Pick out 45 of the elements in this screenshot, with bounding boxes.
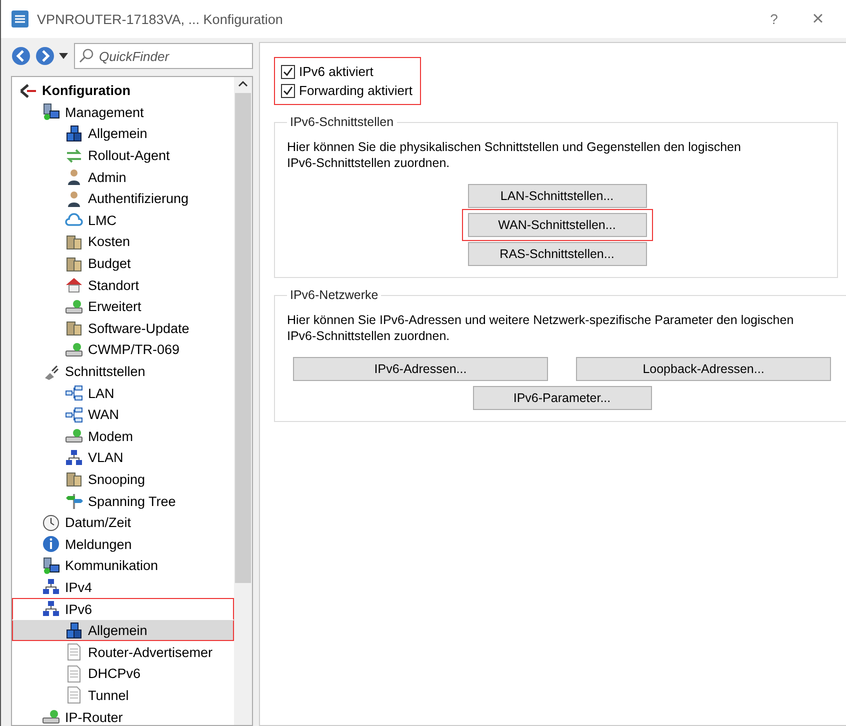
checkbox[interactable]: IPv6 aktiviert bbox=[281, 64, 412, 79]
tree-item[interactable]: Meldungen bbox=[12, 533, 234, 556]
tree-item[interactable]: Erweitert bbox=[12, 296, 234, 318]
tree-item[interactable]: Konfiguration bbox=[12, 80, 234, 102]
tree-item[interactable]: Spanning Tree bbox=[12, 490, 234, 512]
help-button[interactable]: ? bbox=[756, 4, 792, 34]
tree-item[interactable]: Allgemein bbox=[12, 123, 234, 145]
tree-item[interactable]: Datum/Zeit bbox=[12, 512, 234, 534]
tree-item[interactable]: Admin bbox=[12, 166, 234, 188]
dialog-button[interactable]: LAN-Schnittstellen... bbox=[468, 184, 646, 208]
dialog-button[interactable]: IPv6-Parameter... bbox=[472, 386, 652, 410]
tree-item[interactable]: Tunnel bbox=[12, 684, 234, 706]
tree-item[interactable]: LAN bbox=[12, 382, 234, 404]
dialog-button[interactable]: Loopback-Adressen... bbox=[576, 357, 831, 381]
tree-item[interactable]: Budget bbox=[12, 252, 234, 274]
tree-item[interactable]: WAN bbox=[12, 404, 234, 426]
group-description: Hier können Sie IPv6-Adressen und weitere Netzwerk-spezifische Parameter den logischen IPv6-Schnittstellen zuordnen. bbox=[287, 312, 795, 344]
tree-item[interactable]: Rollout-Agent bbox=[12, 144, 234, 166]
tree-item[interactable]: VLAN bbox=[12, 447, 234, 469]
tree-item[interactable]: Allgemein bbox=[12, 620, 234, 642]
tree-item[interactable]: IPv4 bbox=[12, 576, 234, 598]
tree-item[interactable]: Standort bbox=[12, 274, 234, 296]
group-description: Hier können Sie die physikalischen Schnittstellen und Gegenstellen den logischen IPv6-Schnittstellen zuordnen. bbox=[287, 139, 742, 171]
dialog-button[interactable]: IPv6-Adressen... bbox=[293, 357, 548, 381]
tree-item[interactable]: Kommunikation bbox=[12, 555, 234, 577]
group-title: IPv6-Schnittstellen bbox=[289, 115, 395, 129]
tree-item[interactable]: Modem bbox=[12, 426, 234, 448]
tree-item[interactable]: IP-Router bbox=[12, 706, 234, 725]
tree-item[interactable]: Software-Update bbox=[12, 318, 234, 340]
tree-item[interactable]: Authentifizierung bbox=[12, 188, 234, 210]
window-title: VPNROUTER-17183VA, ... Konfiguration bbox=[37, 12, 284, 26]
tree-item[interactable]: Router-Advertisemer bbox=[12, 641, 234, 664]
tree-item[interactable]: Management bbox=[12, 102, 234, 124]
tree-item[interactable]: Schnittstellen bbox=[12, 360, 234, 382]
dialog-button[interactable]: WAN-Schnittstellen... bbox=[468, 213, 646, 237]
tree-item[interactable]: Snooping bbox=[12, 468, 234, 490]
tree-item[interactable]: DHCPv6 bbox=[12, 663, 234, 685]
tree-item[interactable]: LMC bbox=[12, 210, 234, 232]
close-button[interactable]: × bbox=[800, 4, 836, 34]
checkbox[interactable]: Forwarding aktiviert bbox=[281, 83, 412, 98]
quickfinder-field[interactable]: QuickFinder bbox=[74, 43, 253, 69]
group-title: IPv6-Netzwerke bbox=[289, 288, 380, 302]
tree-item[interactable]: CWMP/TR-069 bbox=[12, 339, 234, 361]
tree-item[interactable]: Kosten bbox=[12, 231, 234, 253]
dialog-button[interactable]: RAS-Schnittstellen... bbox=[468, 242, 646, 266]
